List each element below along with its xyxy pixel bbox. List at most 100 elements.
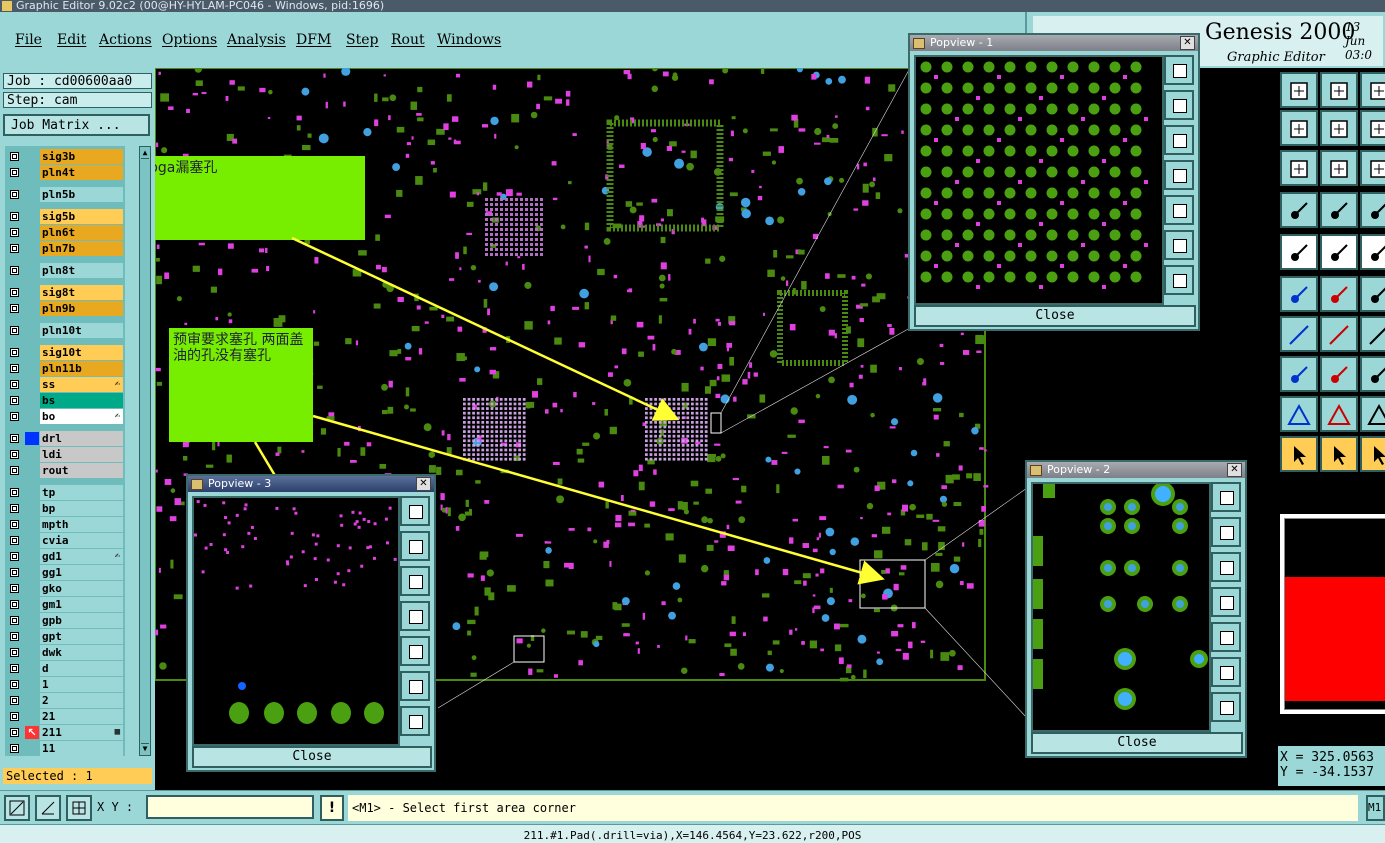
pan-up-icon[interactable] <box>1164 90 1194 120</box>
center-icon[interactable] <box>1320 150 1358 186</box>
pan-up-icon[interactable] <box>400 531 430 561</box>
layer-row-pln7b[interactable]: pln7b <box>5 241 125 256</box>
layer-row-drl[interactable]: drl <box>5 431 125 446</box>
layer-checkbox[interactable] <box>10 696 19 705</box>
pan-down-icon[interactable] <box>400 566 430 596</box>
pan-right-icon[interactable] <box>1164 195 1194 225</box>
select-circle-icon[interactable] <box>1360 436 1385 472</box>
zoom-in-icon[interactable] <box>1211 692 1241 722</box>
menu-step[interactable]: Step <box>346 32 378 48</box>
scroll-down-icon[interactable]: ▼ <box>141 743 149 754</box>
pan-left-icon[interactable] <box>1211 587 1241 617</box>
fit-icon[interactable] <box>400 496 430 526</box>
layer-row-mpth[interactable]: mpth <box>5 517 125 532</box>
layer-row-tp[interactable]: tp <box>5 485 125 500</box>
popview-1-title-bar[interactable]: Popview - 1 <box>910 35 1198 51</box>
layer-row-pln10t[interactable]: pln10t <box>5 323 125 338</box>
job-matrix-button[interactable]: Job Matrix ... <box>3 114 150 136</box>
popview-2-view[interactable] <box>1031 482 1211 732</box>
popview-3-close-button[interactable]: Close <box>192 746 432 768</box>
layer-checkbox[interactable] <box>10 520 19 529</box>
layer-checkbox[interactable] <box>10 728 19 737</box>
popview-2[interactable]: Popview - 2 ✕ Close <box>1025 460 1247 758</box>
layer-row-211[interactable]: ↖ 211 ▦ <box>5 725 125 740</box>
layer-row-dwk[interactable]: dwk <box>5 645 125 660</box>
line-icon[interactable] <box>1360 276 1385 312</box>
layer-checkbox[interactable] <box>10 266 19 275</box>
arc-icon[interactable] <box>1360 316 1385 352</box>
xy-input[interactable] <box>146 795 314 819</box>
pan-left-icon[interactable] <box>1164 160 1194 190</box>
zoom-in-icon[interactable] <box>1164 265 1194 295</box>
pan-down-icon[interactable] <box>1164 125 1194 155</box>
layer-checkbox[interactable] <box>10 536 19 545</box>
layer-row-d[interactable]: d <box>5 661 125 676</box>
pointer-icon[interactable] <box>1280 234 1318 270</box>
move-down-icon[interactable] <box>1320 72 1358 108</box>
layer-checkbox[interactable] <box>10 488 19 497</box>
layer-row-bs[interactable]: bs <box>5 393 125 408</box>
layer-row-rout[interactable]: rout <box>5 463 125 478</box>
layer-checkbox[interactable] <box>10 326 19 335</box>
layer-row-sig8t[interactable]: sig8t <box>5 285 125 300</box>
move-right-icon[interactable] <box>1320 110 1358 146</box>
layer-checkbox[interactable] <box>10 380 19 389</box>
corner-icon[interactable] <box>1360 396 1385 432</box>
layer-checkbox[interactable] <box>10 744 19 753</box>
popview-2-close-button[interactable]: Close <box>1031 732 1243 754</box>
layer-checkbox[interactable] <box>10 396 19 405</box>
zoom-out-icon[interactable] <box>400 671 430 701</box>
scale-icon[interactable] <box>1360 150 1385 186</box>
layer-checkbox[interactable] <box>10 466 19 475</box>
layer-checkbox[interactable] <box>10 434 19 443</box>
layer-checkbox[interactable] <box>10 168 19 177</box>
scroll-up-icon[interactable]: ▲ <box>141 148 149 159</box>
select-icon[interactable] <box>1280 436 1318 472</box>
draw-icon[interactable] <box>1320 234 1358 270</box>
layer-row-pln9b[interactable]: pln9b <box>5 301 125 316</box>
popview-3-close-icon[interactable]: ✕ <box>416 477 431 491</box>
pan-right-icon[interactable] <box>1211 622 1241 652</box>
layer-checkbox[interactable] <box>10 616 19 625</box>
layer-checkbox[interactable] <box>10 450 19 459</box>
menu-edit[interactable]: Edit <box>57 32 86 48</box>
popview-3-view[interactable] <box>192 496 400 746</box>
popview-1[interactable]: Popview - 1 ✕ Close <box>908 33 1200 331</box>
layer-checkbox[interactable] <box>10 244 19 253</box>
layer-row-bo[interactable]: bo ✍ <box>5 409 125 424</box>
layer-row-pln11b[interactable]: pln11b <box>5 361 125 376</box>
layer-row-11[interactable]: 11 <box>5 741 125 756</box>
layer-row-ss[interactable]: ss ✍ <box>5 377 125 392</box>
snap-icon[interactable] <box>1280 192 1318 228</box>
pan-right-icon[interactable] <box>400 636 430 666</box>
menu-windows[interactable]: Windows <box>437 32 501 48</box>
layer-row-gm1[interactable]: gm1 <box>5 597 125 612</box>
layer-checkbox[interactable] <box>10 632 19 641</box>
zoom-out-icon[interactable] <box>1211 657 1241 687</box>
dimension-icon[interactable] <box>1360 356 1385 392</box>
layer-scrollbar[interactable]: ▲ ▼ <box>139 146 151 756</box>
menu-analysis[interactable]: Analysis <box>227 32 286 48</box>
layer-checkbox[interactable] <box>10 680 19 689</box>
layer-checkbox[interactable] <box>10 212 19 221</box>
angle-icon[interactable] <box>1280 316 1318 352</box>
via-icon[interactable] <box>1280 356 1318 392</box>
menu-options[interactable]: Options <box>162 32 217 48</box>
pan-left-icon[interactable] <box>400 601 430 631</box>
layer-checkbox[interactable] <box>10 552 19 561</box>
layer-checkbox[interactable] <box>10 648 19 657</box>
layer-row-ldi[interactable]: ldi <box>5 447 125 462</box>
layer-checkbox[interactable] <box>10 600 19 609</box>
layer-checkbox[interactable] <box>10 504 19 513</box>
measure-button[interactable] <box>35 795 61 821</box>
overview-window[interactable] <box>1284 518 1385 710</box>
menu-actions[interactable]: Actions <box>99 32 152 48</box>
fit-icon[interactable] <box>1211 482 1241 512</box>
pad-icon[interactable] <box>1320 192 1358 228</box>
popview-1-close-icon[interactable]: ✕ <box>1180 36 1195 50</box>
triangle-icon[interactable] <box>1280 396 1318 432</box>
layer-row-gpb[interactable]: gpb <box>5 613 125 628</box>
popview-2-title-bar[interactable]: Popview - 2 <box>1027 462 1245 478</box>
layer-checkbox[interactable] <box>10 152 19 161</box>
layer-row-sig10t[interactable]: sig10t <box>5 345 125 360</box>
